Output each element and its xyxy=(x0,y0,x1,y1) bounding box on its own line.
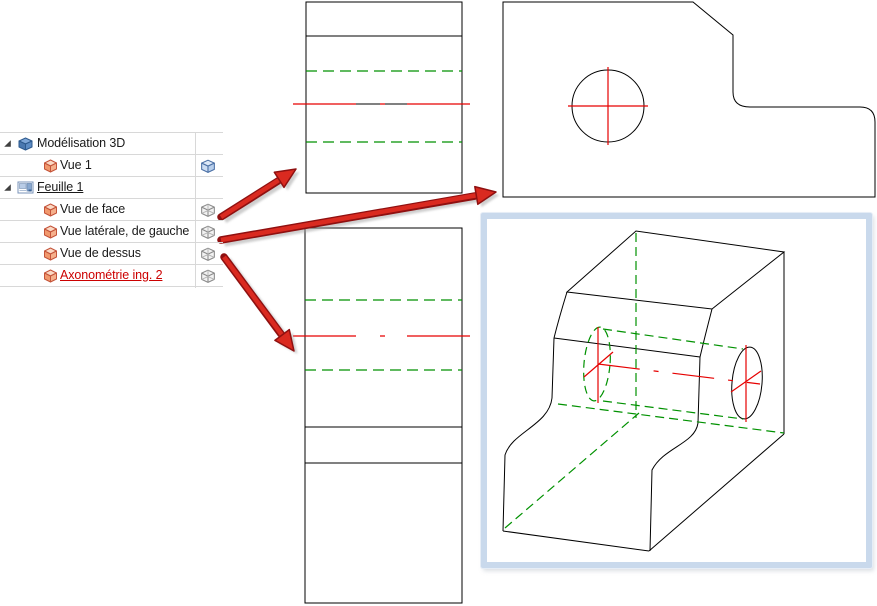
cube-wireframe-icon[interactable] xyxy=(199,223,217,241)
view-cube-orange-icon xyxy=(42,245,59,262)
tree-row-label: Vue de face xyxy=(60,202,126,216)
tree-row-modelisation-3d[interactable]: Modélisation 3D xyxy=(0,132,223,155)
tree-row-label: Vue 1 xyxy=(60,158,92,172)
tree-row-vue-1[interactable]: Vue 1 xyxy=(0,155,223,177)
top-view-drawing[interactable] xyxy=(293,227,470,604)
tree-row-vue-de-dessus[interactable]: Vue de dessus xyxy=(0,243,223,265)
side-view-drawing[interactable] xyxy=(502,1,876,198)
view-cube-orange-icon xyxy=(42,223,59,240)
cube-wireframe-icon[interactable] xyxy=(199,267,217,285)
cube-3d-blue-icon xyxy=(17,135,34,152)
arrow-to-side-view xyxy=(217,185,500,247)
tree-row-label: Axonométrie ing. 2 xyxy=(60,268,163,282)
tree-row-feuille-1[interactable]: Feuille 1 xyxy=(0,177,223,199)
view-cube-orange-icon xyxy=(42,157,59,174)
sheet-icon xyxy=(17,179,34,196)
arrow-to-front-view xyxy=(217,168,300,223)
cube-blue-glass-icon[interactable] xyxy=(199,157,217,175)
hole-circle xyxy=(571,69,645,143)
tree-row-vue-de-face[interactable]: Vue de face xyxy=(0,199,223,221)
arrow-to-top-view xyxy=(220,253,298,354)
selected-view-frame[interactable] xyxy=(481,213,872,568)
cube-wireframe-icon[interactable] xyxy=(199,201,217,219)
tree-row-label: Modélisation 3D xyxy=(37,136,126,150)
tree-row-label: Feuille 1 xyxy=(37,180,84,194)
cube-wireframe-icon[interactable] xyxy=(199,245,217,263)
model-tree: Modélisation 3D Vue 1 Feuille 1 Vue de f… xyxy=(0,132,223,287)
view-cube-orange-icon xyxy=(42,201,59,218)
expander-icon[interactable] xyxy=(2,182,13,193)
tree-row-label: Vue de dessus xyxy=(60,246,141,260)
tree-row-vue-laterale[interactable]: Vue latérale, de gauche xyxy=(0,221,223,243)
tree-row-label: Vue latérale, de gauche xyxy=(60,224,190,238)
front-view-drawing[interactable] xyxy=(293,1,470,194)
view-cube-orange-icon xyxy=(42,267,59,284)
expander-icon[interactable] xyxy=(2,138,13,149)
tree-row-axonometrie[interactable]: Axonométrie ing. 2 xyxy=(0,265,223,287)
tree-column-divider xyxy=(195,132,196,288)
